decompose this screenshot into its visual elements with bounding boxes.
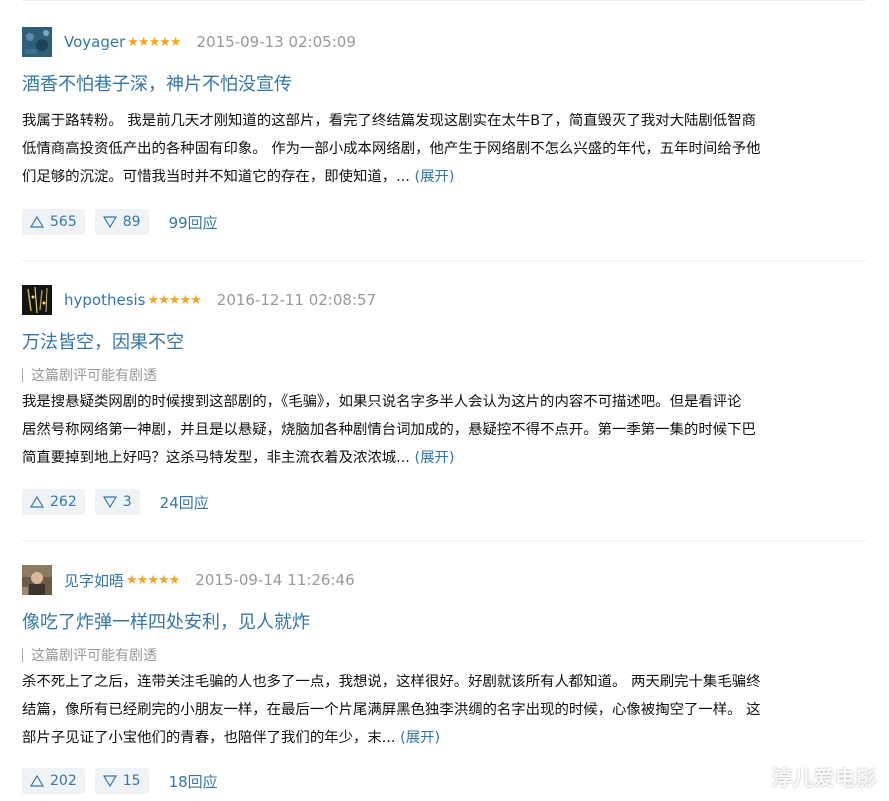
review-list: Voyager ★★★★★ 2015-09-13 02:05:09 酒香不怕巷子…	[0, 0, 889, 801]
review-body-line: 结篇，像所有已经刷完的小朋友一样，在最后一个片尾满屏黑色独李洪绸的名字出现的时候…	[22, 702, 761, 718]
review-body: 杀不死上了之后，连带关注毛骗的人也多了一点，我想说，这样很好。好剧就该所有人都知…	[22, 668, 866, 752]
rating-stars: ★★★★★	[147, 292, 202, 308]
review-body-line: 居然号称网络第一神剧，并且是以悬疑，烧脑加各种剧情台词加成的，悬疑控不得不点开。…	[22, 422, 756, 438]
triangle-up-icon	[30, 775, 44, 787]
review-title[interactable]: 像吃了炸弹一样四处安利，见人就炸	[22, 608, 310, 634]
divider	[22, 0, 866, 1]
review-actions: 565 89 99回应	[22, 209, 218, 235]
review-time: 2016-12-11 02:08:57	[216, 291, 377, 309]
author-name[interactable]: hypothesis	[64, 291, 146, 309]
divider	[22, 540, 866, 541]
review-header: 见字如晤 ★★★★★ 2015-09-14 11:26:46	[22, 565, 866, 595]
review-body-line: 我属于路转粉。 我是前几天才刚知道的这部片，看完了终结篇发现这剧实在太牛B了，简…	[22, 113, 756, 129]
review-body-line-text: 简直要掉到地上好吗？这杀马特发型，非主流衣着及浓浓城...	[22, 450, 415, 466]
review-body-line: 我是搜悬疑类网剧的时候搜到这部剧的，《毛骗》，如果只说名字多半人会认为这片的内容…	[22, 394, 742, 410]
review-body: 我是搜悬疑类网剧的时候搜到这部剧的，《毛骗》，如果只说名字多半人会认为这片的内容…	[22, 388, 866, 472]
upvote-count: 565	[50, 214, 77, 230]
spoiler-text: 这篇剧评可能有剧透	[31, 648, 157, 664]
divider	[22, 260, 866, 261]
triangle-down-icon	[102, 496, 117, 508]
upvote-count: 262	[50, 494, 77, 510]
spoiler-text: 这篇剧评可能有剧透	[31, 368, 157, 384]
expand-link[interactable]: (展开)	[400, 730, 440, 746]
author-name[interactable]: Voyager	[64, 33, 125, 51]
upvote-button[interactable]: 202	[22, 768, 85, 794]
review-actions: 202 15 18回应	[22, 768, 218, 794]
avatar[interactable]	[22, 27, 52, 57]
avatar[interactable]	[22, 565, 52, 595]
downvote-count: 89	[122, 214, 141, 230]
spoiler-bar	[22, 368, 23, 382]
author-name[interactable]: 见字如晤	[64, 570, 124, 591]
reply-link[interactable]: 18回应	[169, 771, 218, 792]
triangle-up-icon	[30, 496, 44, 508]
downvote-count: 3	[122, 494, 132, 510]
triangle-down-icon	[102, 216, 117, 228]
review-body-line: 们足够的沉淀。可惜我当时并不知道它的存在，即使知道，... (展开)	[22, 163, 866, 191]
review-body-line: 简直要掉到地上好吗？这杀马特发型，非主流衣着及浓浓城... (展开)	[22, 444, 866, 472]
reply-link[interactable]: 24回应	[160, 492, 209, 513]
expand-link[interactable]: (展开)	[414, 169, 454, 185]
review-body-line: 低情商高投资低产出的各种固有印象。 作为一部小成本网络剧，他产生于网络剧不怎么兴…	[22, 141, 761, 157]
downvote-button[interactable]: 89	[94, 209, 149, 235]
review-time: 2015-09-13 02:05:09	[196, 33, 356, 51]
avatar[interactable]	[22, 285, 52, 315]
spoiler-notice: 这篇剧评可能有剧透	[22, 647, 157, 665]
watermark: 淳儿爱电影	[772, 766, 877, 790]
review-time: 2015-09-14 11:26:46	[195, 571, 355, 589]
review-header: Voyager ★★★★★ 2015-09-13 02:05:09	[22, 27, 866, 57]
review-body-line: 部片子见证了小宝他们的青春，也陪伴了我们的年少，末... (展开)	[22, 724, 866, 752]
expand-link[interactable]: (展开)	[414, 450, 454, 466]
triangle-up-icon	[30, 216, 44, 228]
downvote-button[interactable]: 15	[94, 768, 149, 794]
review-title[interactable]: 万法皆空，因果不空	[22, 328, 184, 354]
rating-stars: ★★★★★	[127, 34, 181, 50]
reply-link[interactable]: 99回应	[169, 212, 218, 233]
rating-stars: ★★★★★	[126, 572, 180, 588]
upvote-count: 202	[50, 773, 77, 789]
upvote-button[interactable]: 565	[22, 209, 85, 235]
review-body-line: 杀不死上了之后，连带关注毛骗的人也多了一点，我想说，这样很好。好剧就该所有人都知…	[22, 674, 761, 690]
review-item: Voyager ★★★★★ 2015-09-13 02:05:09 酒香不怕巷子…	[22, 27, 866, 235]
review-title[interactable]: 酒香不怕巷子深，神片不怕没宣传	[22, 70, 292, 96]
upvote-button[interactable]: 262	[22, 489, 85, 515]
review-actions: 262 3 24回应	[22, 489, 209, 515]
review-item: hypothesis ★★★★★ 2016-12-11 02:08:57 万法皆…	[22, 285, 866, 515]
downvote-button[interactable]: 3	[94, 489, 140, 515]
spoiler-notice: 这篇剧评可能有剧透	[22, 367, 157, 385]
review-body-line-text: 们足够的沉淀。可惜我当时并不知道它的存在，即使知道，...	[22, 169, 415, 185]
triangle-down-icon	[102, 775, 117, 787]
review-body: 我属于路转粉。 我是前几天才刚知道的这部片，看完了终结篇发现这剧实在太牛B了，简…	[22, 107, 866, 191]
review-item: 见字如晤 ★★★★★ 2015-09-14 11:26:46 像吃了炸弹一样四处…	[22, 565, 866, 794]
downvote-count: 15	[122, 773, 141, 789]
review-header: hypothesis ★★★★★ 2016-12-11 02:08:57	[22, 285, 866, 315]
review-body-line-text: 部片子见证了小宝他们的青春，也陪伴了我们的年少，末...	[22, 730, 401, 746]
spoiler-bar	[22, 648, 23, 662]
